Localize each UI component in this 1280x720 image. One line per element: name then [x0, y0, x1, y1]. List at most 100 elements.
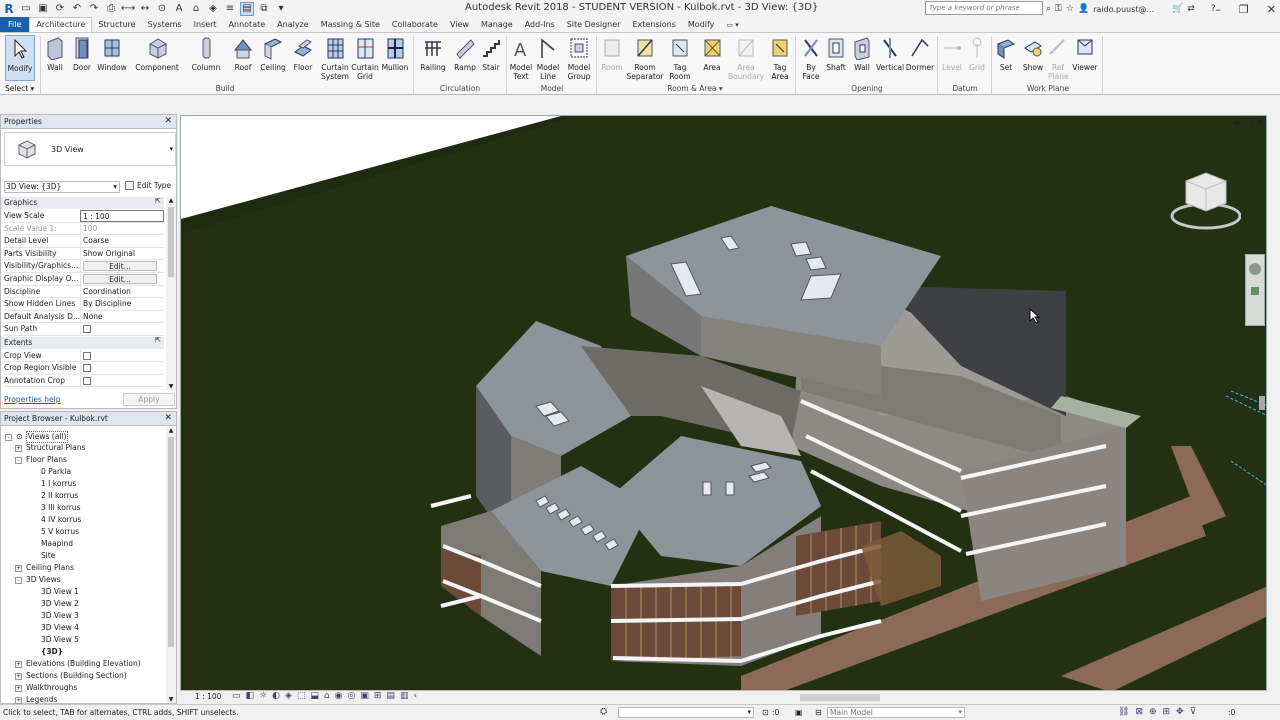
tab-view[interactable]: View — [444, 18, 475, 32]
column-button[interactable]: Column — [190, 35, 222, 72]
select-links-icon[interactable]: ⛓ — [1118, 705, 1129, 720]
expand-toggle[interactable]: + — [15, 444, 22, 452]
window-button[interactable]: Window — [97, 35, 127, 72]
model-group-button[interactable]: Model Group — [564, 35, 594, 81]
category-graphics[interactable]: Graphics — [1, 197, 164, 209]
view-minimize-button[interactable]: ▬ — [1233, 118, 1242, 128]
default-3d-icon[interactable]: ⌂ — [189, 2, 203, 16]
tag-icon[interactable]: ⊙ — [155, 2, 169, 16]
collapse-bar-icon[interactable]: ‹ — [413, 691, 417, 701]
prop-value[interactable]: 1 : 100 — [80, 210, 164, 222]
model-text-button[interactable]: A Model Text — [508, 35, 534, 81]
favorites-icon[interactable]: ☆ — [1066, 4, 1074, 14]
tree-view-item[interactable]: Site — [41, 551, 55, 561]
crop-view-icon[interactable]: ⬚ — [297, 691, 306, 701]
reveal-hidden-icon[interactable]: ◎ — [348, 691, 356, 701]
editable-only-icon[interactable]: ⊡ — [762, 705, 769, 720]
browser-scrollbar[interactable]: ▲ ▼ — [166, 427, 176, 703]
drag-elements-icon[interactable]: ✥ — [1176, 705, 1184, 720]
prop-value[interactable]: Coordination — [80, 285, 164, 298]
design-option-set-icon[interactable]: ⊟ — [815, 705, 822, 720]
scroll-up-icon[interactable]: ▲ — [166, 427, 176, 434]
grid-button[interactable]: Grid — [966, 35, 988, 72]
prop-parts-visibility[interactable]: Parts Visibility Show Original — [4, 247, 164, 261]
category-extents[interactable]: Extents — [1, 336, 164, 349]
switch-windows-icon[interactable]: ⧉ — [257, 2, 271, 16]
prop-show-hidden-lines[interactable]: Show Hidden Lines By Discipline — [4, 298, 164, 311]
modify-button[interactable]: Modify — [5, 35, 35, 81]
exchange-icon[interactable]: ⇄ — [1187, 4, 1195, 14]
highlight-displacement-icon[interactable]: ▥ — [400, 691, 409, 701]
thin-lines-icon[interactable]: ≡ — [223, 2, 237, 16]
tab-systems[interactable]: Systems — [142, 18, 188, 32]
print-icon[interactable]: ⎙ — [104, 2, 118, 16]
instance-selector[interactable]: 3D View: {3D} ▾ — [4, 181, 120, 193]
prop-crop-region-visible[interactable]: Crop Region Visible — [4, 362, 164, 375]
tree-view-item[interactable]: 4 IV korrus — [41, 515, 81, 525]
component-button[interactable]: Component — [134, 35, 180, 72]
tree-group[interactable]: + Sections (Building Section) — [15, 671, 127, 681]
select-pinned-icon[interactable]: ⊕ — [1149, 705, 1157, 720]
view-close-button[interactable]: ✕ — [1256, 118, 1264, 128]
design-options-icon[interactable]: ▣ — [795, 705, 803, 720]
tree-group[interactable]: + Ceiling Plans — [15, 563, 74, 573]
ribbon-minimize-toggle[interactable]: ▭ ▾ — [720, 18, 744, 32]
roof-button[interactable]: Roof — [232, 35, 254, 72]
tree-group[interactable]: + Elevations (Building Elevation) — [15, 659, 141, 669]
scroll-up-icon[interactable]: ▲ — [166, 197, 176, 204]
tab-file[interactable]: File — [0, 17, 30, 32]
tab-manage[interactable]: Manage — [475, 18, 519, 32]
prop-value[interactable]: By Discipline — [80, 298, 164, 310]
prop-visibility-graphics[interactable]: Visibility/Graphics... Edit... — [4, 260, 164, 273]
curtain-grid-button[interactable]: Curtain Grid — [350, 35, 380, 81]
opening-wall-button[interactable]: Wall — [851, 35, 873, 72]
prop-graphic-display[interactable]: Graphic Display O... Edit... — [4, 273, 164, 286]
analytical-model-icon[interactable]: ▤ — [386, 691, 395, 701]
prop-discipline[interactable]: Discipline Coordination — [4, 285, 164, 299]
3d-building-model[interactable] — [181, 116, 1267, 691]
tab-add-ins[interactable]: Add-Ins — [519, 18, 561, 32]
properties-scrollbar[interactable]: ▲ ▼ — [166, 197, 176, 390]
tag-room-button[interactable]: Tag Room — [667, 35, 693, 81]
search-input[interactable]: Type a keyword or phrase — [925, 1, 1043, 15]
prop-value[interactable]: None — [80, 310, 164, 323]
tree-view-item[interactable]: 3D View 3 — [41, 611, 79, 621]
tree-view-item[interactable]: 3 III korrus — [41, 503, 81, 513]
tree-view-item[interactable]: Maapind — [41, 539, 73, 549]
tree-group[interactable]: -3D Views — [15, 575, 61, 585]
tree-group[interactable]: + Walkthroughs — [15, 683, 77, 693]
scrollbar-thumb[interactable] — [168, 207, 174, 277]
annotation-crop-checkbox[interactable] — [83, 376, 91, 385]
detail-level-icon[interactable]: ▭ — [232, 691, 241, 701]
save-icon[interactable]: ▣ — [36, 2, 50, 16]
tab-extensions[interactable]: Extensions — [626, 18, 681, 32]
crop-view-checkbox[interactable] — [83, 351, 91, 360]
ref-plane-button[interactable]: Ref Plane — [1046, 35, 1070, 81]
tab-site-designer[interactable]: Site Designer — [561, 18, 627, 32]
prop-detail-level[interactable]: Detail Level Coarse — [4, 235, 164, 248]
room-area-group-label[interactable]: Room & Area ▾ — [660, 84, 730, 93]
prop-value[interactable]: Show Original — [80, 247, 164, 260]
tree-view-item[interactable]: 3D View 2 — [41, 599, 79, 609]
type-selector[interactable]: 3D View ▾ — [4, 132, 176, 166]
revit-logo-icon[interactable]: R — [2, 2, 16, 16]
workset-dropdown[interactable]: ▾ — [618, 707, 754, 718]
tab-massing-site[interactable]: Massing & Site — [315, 18, 386, 32]
set-button[interactable]: Set — [995, 35, 1017, 72]
prop-view-scale[interactable]: View Scale 1 : 100 — [4, 210, 164, 223]
user-name[interactable]: raido.puust@... — [1093, 5, 1154, 14]
redo-icon[interactable]: ↷ — [87, 2, 101, 16]
collapse-icon[interactable]: ⇱ — [155, 336, 161, 344]
user-icon[interactable]: 👤 — [1078, 4, 1089, 14]
shaft-button[interactable]: Shaft — [824, 35, 848, 72]
tab-modify[interactable]: Modify — [682, 18, 721, 32]
select-dropdown[interactable]: Select ▾ — [5, 84, 34, 93]
shadows-icon[interactable]: ◐ — [272, 691, 280, 701]
wall-button[interactable]: Wall — [44, 35, 66, 72]
area-button[interactable]: Area — [700, 35, 724, 72]
room-button[interactable]: Room — [600, 35, 624, 72]
view-restore-button[interactable]: ❐ — [1245, 118, 1253, 128]
expand-toggle[interactable]: + — [15, 696, 22, 704]
edit-button[interactable]: Edit... — [83, 261, 157, 272]
door-button[interactable]: Door — [70, 35, 94, 72]
